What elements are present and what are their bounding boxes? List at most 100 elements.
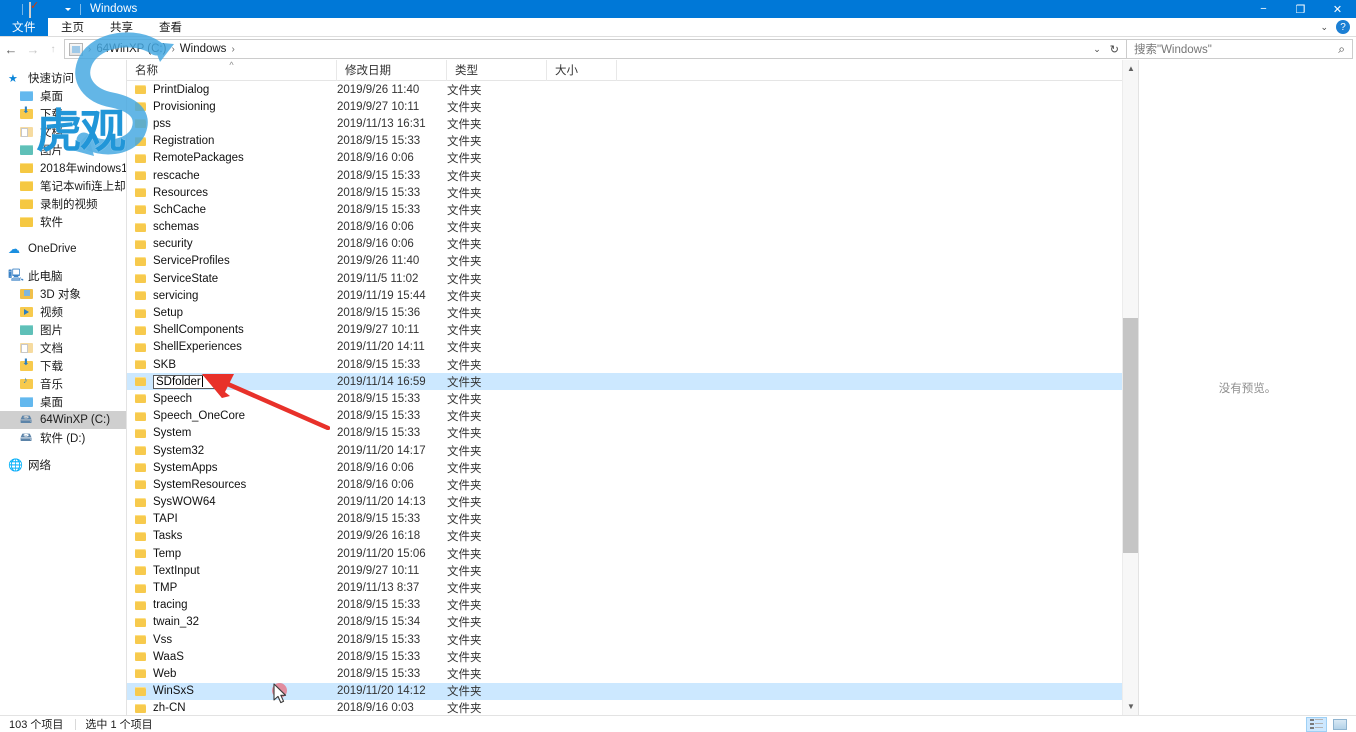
cell-name[interactable]: pss: [127, 118, 337, 130]
cell-name[interactable]: ServiceProfiles: [127, 255, 337, 267]
sidebar-item-快速访问[interactable]: ★ 快速访问: [0, 69, 126, 87]
up-button[interactable]: ↑: [44, 39, 62, 59]
sidebar-item-64WinXP-C:-[interactable]: 🖴 64WinXP (C:): [0, 411, 126, 429]
table-row[interactable]: Tasks 2019/9/26 16:18 文件夹: [127, 528, 1138, 545]
cell-name[interactable]: WinSxS: [127, 685, 337, 697]
cell-name[interactable]: Web: [127, 668, 337, 680]
cell-name[interactable]: Resources: [127, 187, 337, 199]
cell-name[interactable]: ServiceState: [127, 273, 337, 285]
breadcrumb-separator[interactable]: ›: [229, 44, 236, 55]
cell-name[interactable]: SchCache: [127, 204, 337, 216]
navigation-pane[interactable]: ★快速访问桌面下载文档图片2018年windows10笔记本wifi连上却没l录…: [0, 60, 127, 715]
table-row[interactable]: Registration 2018/9/15 15:33 文件夹: [127, 133, 1138, 150]
cell-name[interactable]: SDfolder: [127, 374, 337, 389]
sidebar-item-此电脑[interactable]: 🖳 此电脑: [0, 267, 126, 285]
sidebar-item-音乐[interactable]: 音乐: [0, 375, 126, 393]
vertical-scrollbar[interactable]: ▲ ▼: [1122, 60, 1138, 715]
table-row[interactable]: zh-CN 2018/9/16 0:03 文件夹: [127, 700, 1138, 715]
table-row[interactable]: TMP 2019/11/13 8:37 文件夹: [127, 579, 1138, 596]
cell-name[interactable]: ShellComponents: [127, 324, 337, 336]
cell-name[interactable]: SKB: [127, 359, 337, 371]
table-row[interactable]: SKB 2018/9/15 15:33 文件夹: [127, 356, 1138, 373]
scroll-down-arrow-icon[interactable]: ▼: [1123, 698, 1138, 715]
cell-name[interactable]: Setup: [127, 307, 337, 319]
sidebar-item-桌面[interactable]: 桌面: [0, 393, 126, 411]
table-row[interactable]: ShellComponents 2019/9/27 10:11 文件夹: [127, 322, 1138, 339]
table-row[interactable]: SDfolder 2019/11/14 16:59 文件夹: [127, 373, 1138, 391]
column-header-type[interactable]: 类型: [447, 60, 547, 81]
cell-name[interactable]: WaaS: [127, 651, 337, 663]
large-icons-view-button[interactable]: [1329, 717, 1350, 732]
table-row[interactable]: Web 2018/9/15 15:33 文件夹: [127, 665, 1138, 682]
table-row[interactable]: SysWOW64 2019/11/20 14:13 文件夹: [127, 494, 1138, 511]
table-row[interactable]: tracing 2018/9/15 15:33 文件夹: [127, 597, 1138, 614]
cell-name[interactable]: PrintDialog: [127, 84, 337, 96]
cell-name[interactable]: Tasks: [127, 530, 337, 542]
cell-name[interactable]: servicing: [127, 290, 337, 302]
cell-name[interactable]: SystemApps: [127, 462, 337, 474]
table-row[interactable]: ServiceProfiles 2019/9/26 11:40 文件夹: [127, 253, 1138, 270]
cell-name[interactable]: twain_32: [127, 616, 337, 628]
sidebar-item-笔记本wifi连上却没l[interactable]: 笔记本wifi连上却没l: [0, 177, 126, 195]
maximize-button[interactable]: ❐: [1282, 0, 1319, 18]
computer-icon[interactable]: [69, 42, 83, 56]
table-row[interactable]: ServiceState 2019/11/5 11:02 文件夹: [127, 270, 1138, 287]
chevron-down-icon[interactable]: ⌄: [1314, 22, 1334, 33]
sidebar-item-录制的视频[interactable]: 录制的视频: [0, 195, 126, 213]
table-row[interactable]: Setup 2018/9/15 15:36 文件夹: [127, 304, 1138, 321]
cell-name[interactable]: TMP: [127, 582, 337, 594]
table-row[interactable]: RemotePackages 2018/9/16 0:06 文件夹: [127, 150, 1138, 167]
properties-icon[interactable]: [29, 1, 42, 21]
table-row[interactable]: Temp 2019/11/20 15:06 文件夹: [127, 545, 1138, 562]
scrollbar-thumb[interactable]: [1123, 318, 1138, 553]
cell-name[interactable]: rescache: [127, 170, 337, 182]
cell-name[interactable]: Speech: [127, 393, 337, 405]
tab-view[interactable]: 查看: [146, 18, 195, 36]
table-row[interactable]: ShellExperiences 2019/11/20 14:11 文件夹: [127, 339, 1138, 356]
table-row[interactable]: WinSxS 2019/11/20 14:12 文件夹: [127, 682, 1138, 700]
rename-input[interactable]: SDfolder: [153, 374, 215, 389]
table-row[interactable]: Resources 2018/9/15 15:33 文件夹: [127, 184, 1138, 201]
cell-name[interactable]: tracing: [127, 599, 337, 611]
file-list-pane[interactable]: ^ 名称 修改日期 类型 大小 PrintDialog 2019/9/26 11:…: [127, 60, 1138, 715]
cell-name[interactable]: Provisioning: [127, 101, 337, 113]
table-row[interactable]: Provisioning 2019/9/27 10:11 文件夹: [127, 98, 1138, 115]
column-header-size[interactable]: 大小: [547, 60, 617, 81]
customize-caret-icon[interactable]: [61, 3, 74, 16]
cell-name[interactable]: System: [127, 427, 337, 439]
new-folder-icon[interactable]: [45, 3, 58, 16]
sidebar-item-图片[interactable]: 图片: [0, 141, 126, 159]
tab-share[interactable]: 共享: [97, 18, 146, 36]
cell-name[interactable]: SysWOW64: [127, 496, 337, 508]
table-row[interactable]: SystemResources 2018/9/16 0:06 文件夹: [127, 476, 1138, 493]
sidebar-item-下载[interactable]: 下载: [0, 105, 126, 123]
folder-icon[interactable]: [3, 3, 16, 16]
breadcrumb-item-drive[interactable]: 64WinXP (C:): [93, 43, 169, 55]
details-view-button[interactable]: [1306, 716, 1327, 732]
cell-name[interactable]: schemas: [127, 221, 337, 233]
sidebar-item-桌面[interactable]: 桌面: [0, 87, 126, 105]
table-row[interactable]: TAPI 2018/9/15 15:33 文件夹: [127, 511, 1138, 528]
cell-name[interactable]: Speech_OneCore: [127, 410, 337, 422]
tab-file[interactable]: 文件: [0, 18, 48, 36]
file-rows-container[interactable]: PrintDialog 2019/9/26 11:40 文件夹 Provisionin…: [127, 81, 1138, 715]
minimize-button[interactable]: −: [1245, 0, 1282, 18]
sidebar-item-网络[interactable]: 🌐 网络: [0, 456, 126, 474]
table-row[interactable]: WaaS 2018/9/15 15:33 文件夹: [127, 648, 1138, 665]
cell-name[interactable]: System32: [127, 445, 337, 457]
scroll-up-arrow-icon[interactable]: ▲: [1123, 60, 1138, 77]
cell-name[interactable]: Temp: [127, 548, 337, 560]
cell-name[interactable]: TextInput: [127, 565, 337, 577]
sidebar-item-软件-D:-[interactable]: 🖴 软件 (D:): [0, 429, 126, 447]
column-header-name[interactable]: ^ 名称: [127, 60, 337, 81]
refresh-icon[interactable]: ↻: [1108, 43, 1126, 56]
table-row[interactable]: servicing 2019/11/19 15:44 文件夹: [127, 287, 1138, 304]
cell-name[interactable]: Vss: [127, 634, 337, 646]
table-row[interactable]: Speech 2018/9/15 15:33 文件夹: [127, 390, 1138, 407]
table-row[interactable]: Vss 2018/9/15 15:33 文件夹: [127, 631, 1138, 648]
cell-name[interactable]: ShellExperiences: [127, 341, 337, 353]
forward-button[interactable]: →: [22, 39, 44, 59]
cell-name[interactable]: SystemResources: [127, 479, 337, 491]
table-row[interactable]: TextInput 2019/9/27 10:11 文件夹: [127, 562, 1138, 579]
column-header-date[interactable]: 修改日期: [337, 60, 447, 81]
